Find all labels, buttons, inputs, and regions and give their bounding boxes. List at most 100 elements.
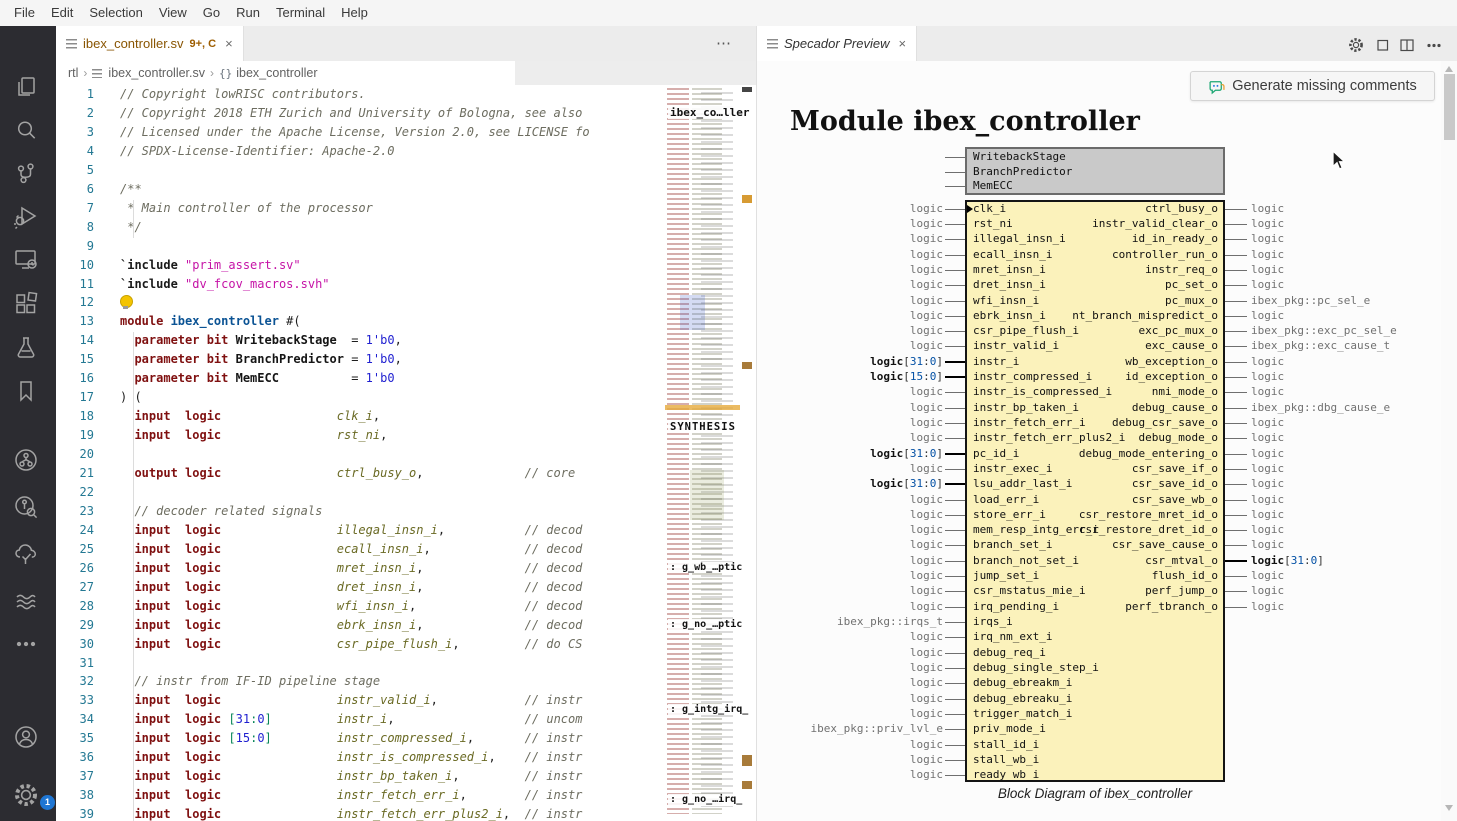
- account-icon[interactable]: [12, 723, 40, 751]
- output-port-type: logic: [1251, 601, 1431, 613]
- tab-ibex-controller[interactable]: ibex_controller.sv 9+, C ×: [56, 26, 244, 61]
- scroll-down-icon[interactable]: [1445, 805, 1453, 811]
- preview-scrollbar[interactable]: [1441, 61, 1457, 821]
- code-line-18[interactable]: 18 input logic clk_i,: [56, 407, 665, 426]
- code-line-28[interactable]: 28 input logic wfi_insn_i, // decod: [56, 597, 665, 616]
- code-line-5[interactable]: 5: [56, 161, 665, 180]
- chevron-right-icon: ›: [205, 66, 219, 80]
- menu-terminal[interactable]: Terminal: [268, 0, 333, 26]
- output-port-name: csr_save_id_o: [990, 478, 1218, 490]
- tab-close-icon[interactable]: ×: [225, 36, 233, 51]
- breadcrumb-symbol[interactable]: ibex_controller: [236, 66, 317, 80]
- menu-run[interactable]: Run: [228, 0, 268, 26]
- input-port-type: logic: [770, 432, 943, 444]
- code-line-7[interactable]: 7 * Main controller of the processor: [56, 199, 665, 218]
- input-port-stub: [945, 270, 965, 271]
- minimap[interactable]: ibex_co…llerSYNTHESIS: g_wb_…ptic: g_no_…: [665, 85, 740, 821]
- more-actions-icon[interactable]: [1425, 36, 1443, 54]
- code-line-8[interactable]: 8 */: [56, 218, 665, 237]
- code-line-9[interactable]: 9: [56, 237, 665, 256]
- output-port-type: logic: [1251, 310, 1431, 322]
- menu-selection[interactable]: Selection: [81, 0, 150, 26]
- code-line-19[interactable]: 19 input logic rst_ni,: [56, 426, 665, 445]
- search-icon[interactable]: [12, 116, 40, 144]
- generate-missing-comments-button[interactable]: Generate missing comments: [1190, 71, 1435, 101]
- menu-go[interactable]: Go: [195, 0, 228, 26]
- menu-edit[interactable]: Edit: [43, 0, 81, 26]
- code-line-33[interactable]: 33 input logic instr_valid_i, // instr: [56, 691, 665, 710]
- code-line-37[interactable]: 37 input logic instr_bp_taken_i, // inst…: [56, 767, 665, 786]
- code-line-26[interactable]: 26 input logic mret_insn_i, // decod: [56, 559, 665, 578]
- code-line-23[interactable]: 23 // decoder related signals: [56, 502, 665, 521]
- input-port-type: logic: [770, 386, 943, 398]
- gear-icon[interactable]: [1347, 36, 1365, 54]
- code-line-11[interactable]: 11`include "dv_fcov_macros.svh": [56, 275, 665, 294]
- code-line-30[interactable]: 30 input logic csr_pipe_flush_i, // do C…: [56, 635, 665, 654]
- menu-file[interactable]: File: [6, 0, 43, 26]
- breadcrumb-root[interactable]: rtl: [68, 66, 78, 80]
- output-port-type: logic: [1251, 539, 1431, 551]
- parameter-name: MemECC: [973, 180, 1193, 192]
- waves-icon[interactable]: [12, 587, 40, 615]
- code-line-4[interactable]: 4// SPDX-License-Identifier: Apache-2.0: [56, 142, 665, 161]
- code-line-15[interactable]: 15 parameter bit BranchPredictor = 1'b0,: [56, 350, 665, 369]
- tab-specador-preview[interactable]: Specador Preview ×: [757, 26, 917, 61]
- source-control-icon[interactable]: [12, 159, 40, 187]
- code-line-22[interactable]: 22: [56, 483, 665, 502]
- code-editor[interactable]: 1// Copyright lowRISC contributors.2// C…: [56, 85, 665, 821]
- extensions-icon[interactable]: [12, 289, 40, 317]
- preview-lock-icon[interactable]: [1374, 36, 1392, 54]
- code-line-24[interactable]: 24 input logic illegal_insn_i, // decod: [56, 521, 665, 540]
- editor-more-actions-icon[interactable]: ⋯: [716, 34, 732, 52]
- code-line-20[interactable]: 20: [56, 445, 665, 464]
- code-line-27[interactable]: 27 input logic dret_insn_i, // decod: [56, 578, 665, 597]
- code-line-14[interactable]: 14 parameter bit WritebackStage = 1'b0,: [56, 331, 665, 350]
- code-line-6[interactable]: 6/**: [56, 180, 665, 199]
- code-line-3[interactable]: 3// Licensed under the Apache License, V…: [56, 123, 665, 142]
- code-line-13[interactable]: 13module ibex_controller #(: [56, 312, 665, 331]
- code-line-17[interactable]: 17) (: [56, 388, 665, 407]
- output-port-name: ctrl_busy_o: [990, 203, 1218, 215]
- code-line-39[interactable]: 39 input logic instr_fetch_err_plus2_i, …: [56, 805, 665, 821]
- code-line-31[interactable]: 31: [56, 654, 665, 673]
- more-icon[interactable]: [12, 630, 40, 658]
- scrollbar-thumb[interactable]: [1444, 74, 1455, 140]
- tab-close-icon[interactable]: ×: [899, 36, 907, 51]
- bookmarks-icon[interactable]: [12, 377, 40, 405]
- code-line-35[interactable]: 35 input logic [15:0] instr_compressed_i…: [56, 729, 665, 748]
- remote-explorer-icon[interactable]: [12, 245, 40, 273]
- todo-tree-icon[interactable]: [12, 540, 40, 568]
- menu-help[interactable]: Help: [333, 0, 376, 26]
- code-line-29[interactable]: 29 input logic ebrk_insn_i, // decod: [56, 616, 665, 635]
- scroll-up-icon[interactable]: [1445, 66, 1453, 72]
- code-line-16[interactable]: 16 parameter bit MemECC = 1'b0: [56, 369, 665, 388]
- code-line-32[interactable]: 32 // instr from IF-ID pipeline stage: [56, 672, 665, 691]
- test-beaker-icon[interactable]: [12, 333, 40, 361]
- code-line-36[interactable]: 36 input logic instr_is_compressed_i, //…: [56, 748, 665, 767]
- code-line-12[interactable]: 12: [56, 293, 665, 312]
- git-graph-icon[interactable]: [12, 446, 40, 474]
- code-line-1[interactable]: 1// Copyright lowRISC contributors.: [56, 85, 665, 104]
- code-line-38[interactable]: 38 input logic instr_fetch_err_i, // ins…: [56, 786, 665, 805]
- input-port-stub: [945, 530, 965, 531]
- input-port-name: stall_id_i: [973, 739, 1193, 751]
- code-line-21[interactable]: 21 output logic ctrl_busy_o, // core: [56, 464, 665, 483]
- code-line-34[interactable]: 34 input logic [31:0] instr_i, // uncom: [56, 710, 665, 729]
- output-port-stub: [1225, 607, 1247, 608]
- run-debug-icon[interactable]: [12, 202, 40, 230]
- menu-view[interactable]: View: [151, 0, 195, 26]
- output-port-name: exc_pc_mux_o: [990, 325, 1218, 337]
- output-port-name: instr_req_o: [990, 264, 1218, 276]
- lightbulb-icon[interactable]: [120, 295, 133, 308]
- explorer-icon[interactable]: [12, 73, 40, 101]
- code-line-25[interactable]: 25 input logic ecall_insn_i, // decod: [56, 540, 665, 559]
- input-port-type: logic: [770, 218, 943, 230]
- input-port-type: logic: [770, 295, 943, 307]
- breadcrumb-file[interactable]: ibex_controller.sv: [108, 66, 205, 80]
- settings-gear-icon[interactable]: 1: [12, 781, 40, 809]
- split-editor-icon[interactable]: [1398, 36, 1416, 54]
- commit-search-icon[interactable]: [12, 493, 40, 521]
- code-line-2[interactable]: 2// Copyright 2018 ETH Zurich and Univer…: [56, 104, 665, 123]
- output-port-name: pc_mux_o: [990, 295, 1218, 307]
- code-line-10[interactable]: 10`include "prim_assert.sv": [56, 256, 665, 275]
